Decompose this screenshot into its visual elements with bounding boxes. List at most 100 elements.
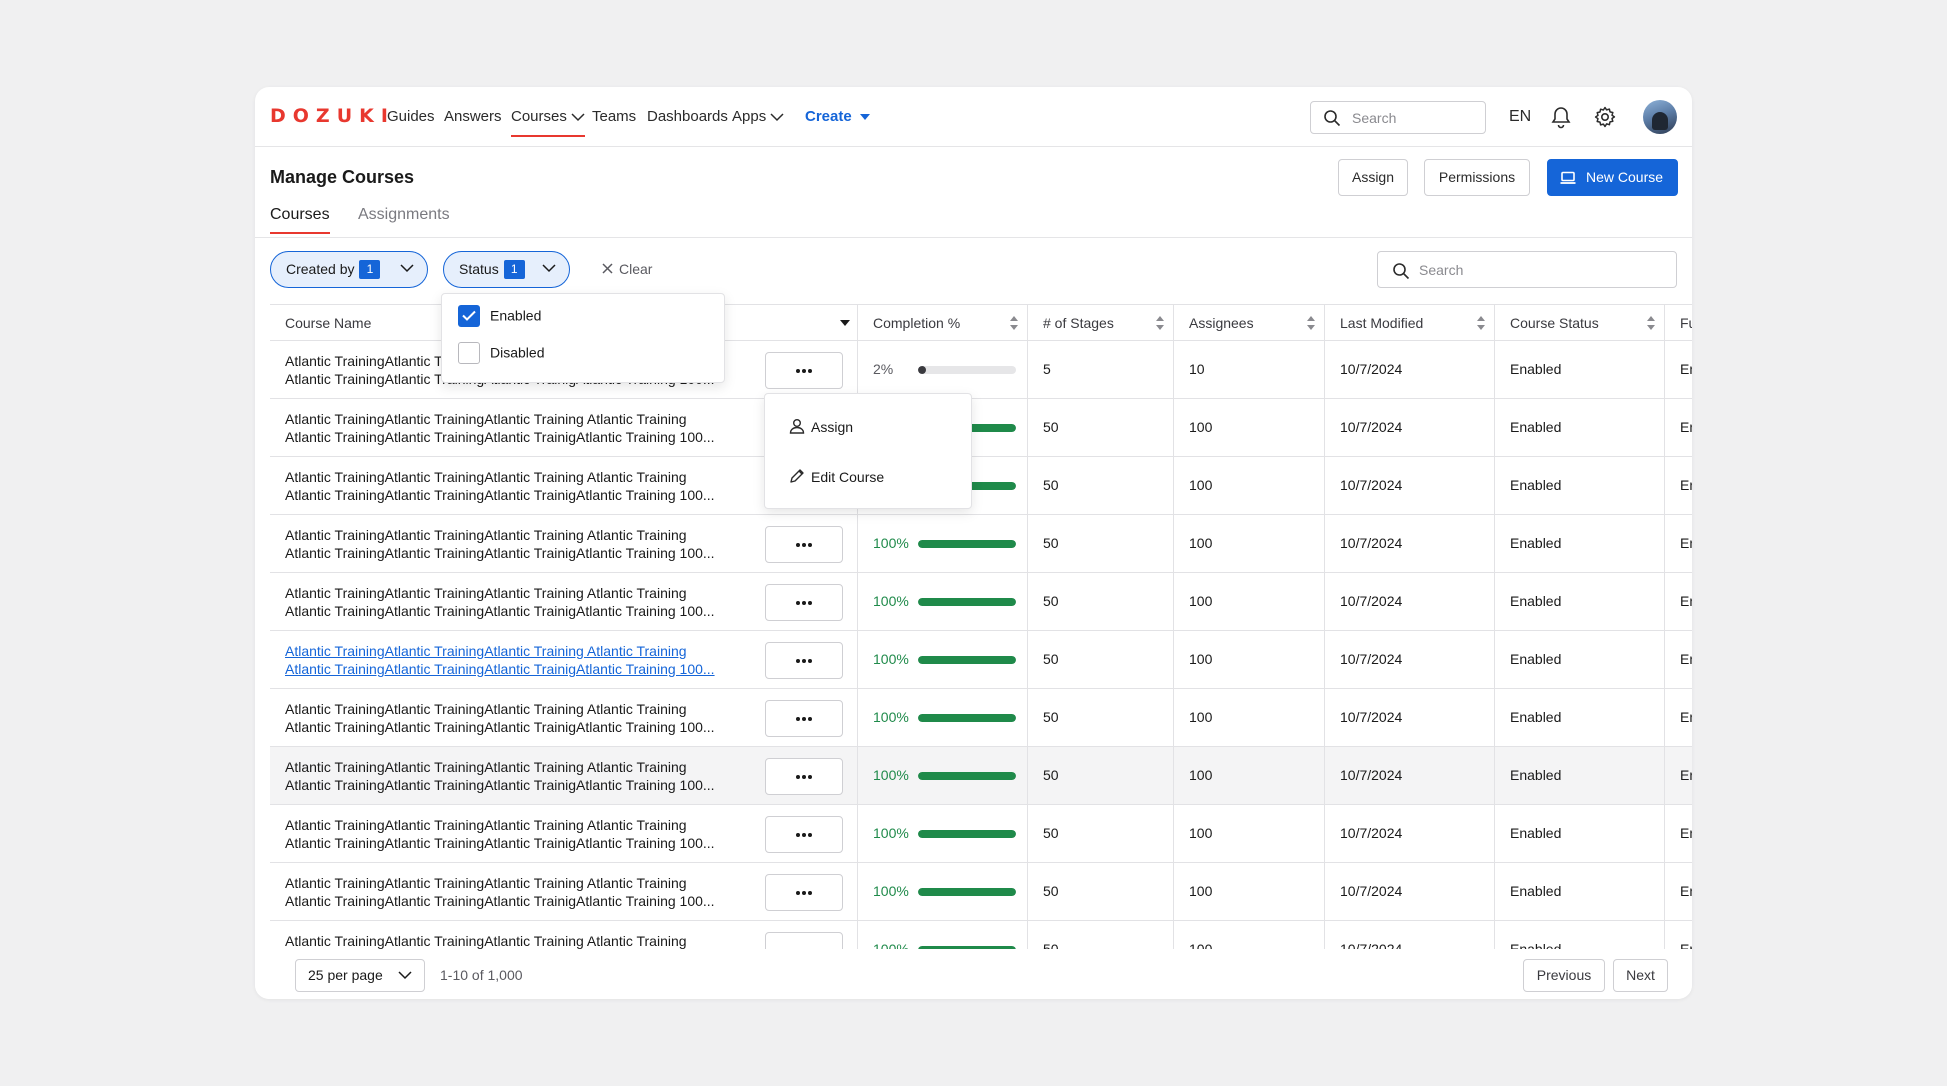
more-icon	[796, 369, 800, 373]
option-label: Enabled	[490, 307, 542, 324]
dozuki-logo[interactable]: DOZUKI	[270, 105, 395, 127]
bell-icon[interactable]	[1550, 105, 1572, 129]
column-course-status[interactable]: Course Status	[1494, 305, 1664, 341]
nav-teams[interactable]: Teams	[592, 108, 636, 125]
app-window: DOZUKI Guides Answers Courses Teams Dash…	[255, 87, 1692, 999]
more-actions-button[interactable]	[765, 526, 843, 563]
global-search-input[interactable]: Search	[1310, 101, 1486, 134]
status-filter-dropdown: Enabled Disabled	[441, 293, 725, 383]
language-selector[interactable]: EN	[1509, 108, 1531, 126]
more-actions-button[interactable]	[765, 642, 843, 679]
checkbox-checked[interactable]	[458, 305, 480, 327]
more-actions-button[interactable]	[765, 874, 843, 911]
course-status-cell: Enabled	[1494, 921, 1664, 949]
course-name-cell[interactable]: Atlantic TrainingAtlantic TrainingAtlant…	[270, 689, 857, 747]
course-status-cell: Enabled	[1494, 689, 1664, 747]
permissions-button[interactable]: Permissions	[1424, 159, 1530, 196]
completion-progress-bar	[918, 656, 1016, 664]
table-row[interactable]: Atlantic TrainingAtlantic TrainingAtlant…	[270, 631, 1692, 689]
assignees-cell: 100	[1173, 631, 1324, 689]
caret-down-icon	[840, 320, 850, 326]
checkbox-unchecked[interactable]	[458, 342, 480, 364]
course-name-cell[interactable]: Atlantic TrainingAtlantic TrainingAtlant…	[270, 747, 857, 805]
course-name-cell[interactable]: Atlantic TrainingAtlantic TrainingAtlant…	[270, 573, 857, 631]
column-stages[interactable]: # of Stages	[1027, 305, 1173, 341]
table-row[interactable]: Atlantic TrainingAtlantic TrainingAtlant…	[270, 747, 1692, 805]
course-name-cell[interactable]: Atlantic TrainingAtlantic TrainingAtlant…	[270, 805, 857, 863]
gear-icon[interactable]	[1593, 105, 1617, 129]
column-fu[interactable]: Fu	[1664, 305, 1692, 341]
last-modified-cell: 10/7/2024	[1324, 805, 1494, 863]
fu-cell: En	[1664, 457, 1692, 515]
global-search-placeholder: Search	[1352, 110, 1397, 126]
fu-cell: En	[1664, 573, 1692, 631]
column-completion[interactable]: Completion %	[857, 305, 1027, 341]
tab-courses[interactable]: Courses	[270, 206, 330, 234]
nav-dashboards[interactable]: Dashboards	[647, 108, 728, 125]
table-row[interactable]: Atlantic TrainingAtlantic TrainingAtlant…	[270, 689, 1692, 747]
per-page-select[interactable]: 25 per page	[295, 959, 425, 992]
progress-fill	[918, 772, 1016, 780]
progress-fill	[918, 366, 926, 374]
status-option-enabled[interactable]: Enabled	[458, 305, 542, 328]
table-row[interactable]: Atlantic TrainingAtlantic TrainingAtlant…	[270, 399, 1692, 457]
table-search-input[interactable]: Search	[1377, 251, 1677, 288]
courses-table: Course Name Completion % # of Stages Ass…	[270, 304, 1692, 949]
nav-apps[interactable]: Apps	[732, 108, 784, 125]
course-name-line: Atlantic TrainingAtlantic TrainingAtlant…	[285, 835, 715, 851]
table-row[interactable]: Atlantic TrainingAtlantic TrainingAtlant…	[270, 805, 1692, 863]
fu-cell: En	[1664, 747, 1692, 805]
table-row[interactable]: Atlantic TrainingAtlantic TrainingAtlant…	[270, 457, 1692, 515]
filter-count-badge: 1	[503, 259, 525, 279]
more-actions-button[interactable]	[765, 352, 843, 389]
table-row[interactable]: Atlantic TrainingAtlantic TrainingAtlant…	[270, 515, 1692, 573]
menu-item-assign[interactable]: Assign	[789, 419, 853, 436]
course-name-cell[interactable]: Atlantic TrainingAtlantic TrainingAtlant…	[270, 515, 857, 573]
table-row[interactable]: Atlantic TrainingAtlantic TrainingAtlant…	[270, 863, 1692, 921]
course-name-line[interactable]: Atlantic TrainingAtlantic TrainingAtlant…	[285, 660, 747, 678]
completion-progress-bar	[918, 366, 1016, 374]
caret-down-icon	[859, 114, 870, 121]
clear-filters-button[interactable]: Clear	[602, 261, 652, 277]
next-page-button[interactable]: Next	[1613, 959, 1668, 992]
table-row[interactable]: Atlantic TrainingAtlantic TrainingAtlant…	[270, 573, 1692, 631]
table-row[interactable]: Atlantic TrainingAtlantic TrainingAtlant…	[270, 921, 1692, 949]
more-actions-button[interactable]	[765, 758, 843, 795]
status-filter[interactable]: Status 1	[443, 251, 570, 288]
completion-percent: 2%	[873, 361, 894, 377]
tabs-divider	[255, 237, 1692, 238]
nav-guides[interactable]: Guides	[387, 108, 435, 125]
course-name-cell[interactable]: Atlantic TrainingAtlantic TrainingAtlant…	[270, 863, 857, 921]
more-icon	[796, 833, 800, 837]
new-course-button[interactable]: New Course	[1547, 159, 1678, 196]
more-actions-button[interactable]	[765, 584, 843, 621]
course-name-line: Atlantic TrainingAtlantic TrainingAtlant…	[285, 759, 687, 775]
created-by-filter[interactable]: Created by 1	[270, 251, 428, 288]
tab-assignments[interactable]: Assignments	[358, 206, 450, 224]
column-label: Assignees	[1189, 315, 1254, 331]
status-option-disabled[interactable]: Disabled	[458, 342, 544, 365]
course-name-line: Atlantic TrainingAtlantic TrainingAtlant…	[285, 875, 687, 891]
previous-page-button[interactable]: Previous	[1523, 959, 1605, 992]
user-avatar[interactable]	[1643, 100, 1677, 134]
column-last-modified[interactable]: Last Modified	[1324, 305, 1494, 341]
assign-button[interactable]: Assign	[1338, 159, 1408, 196]
nav-courses[interactable]: Courses	[511, 108, 585, 137]
menu-item-edit-course[interactable]: Edit Course	[789, 469, 884, 486]
completion-cell: 100%	[857, 689, 1027, 747]
more-actions-button[interactable]	[765, 700, 843, 737]
more-actions-button[interactable]	[765, 816, 843, 853]
chevron-down-icon	[400, 264, 414, 273]
assignees-cell: 100	[1173, 515, 1324, 573]
course-name-cell[interactable]: Atlantic TrainingAtlantic TrainingAtlant…	[270, 631, 857, 689]
nav-answers[interactable]: Answers	[444, 108, 502, 125]
course-name-cell[interactable]: Atlantic TrainingAtlantic TrainingAtlant…	[270, 921, 857, 949]
more-actions-button[interactable]	[765, 932, 843, 949]
stages-cell: 50	[1027, 573, 1173, 631]
progress-fill	[918, 598, 1016, 606]
nav-create[interactable]: Create	[805, 108, 870, 125]
course-name-line[interactable]: Atlantic TrainingAtlantic TrainingAtlant…	[285, 642, 747, 660]
completion-cell: 2%	[857, 341, 1027, 399]
column-assignees[interactable]: Assignees	[1173, 305, 1324, 341]
assignees-cell: 100	[1173, 747, 1324, 805]
